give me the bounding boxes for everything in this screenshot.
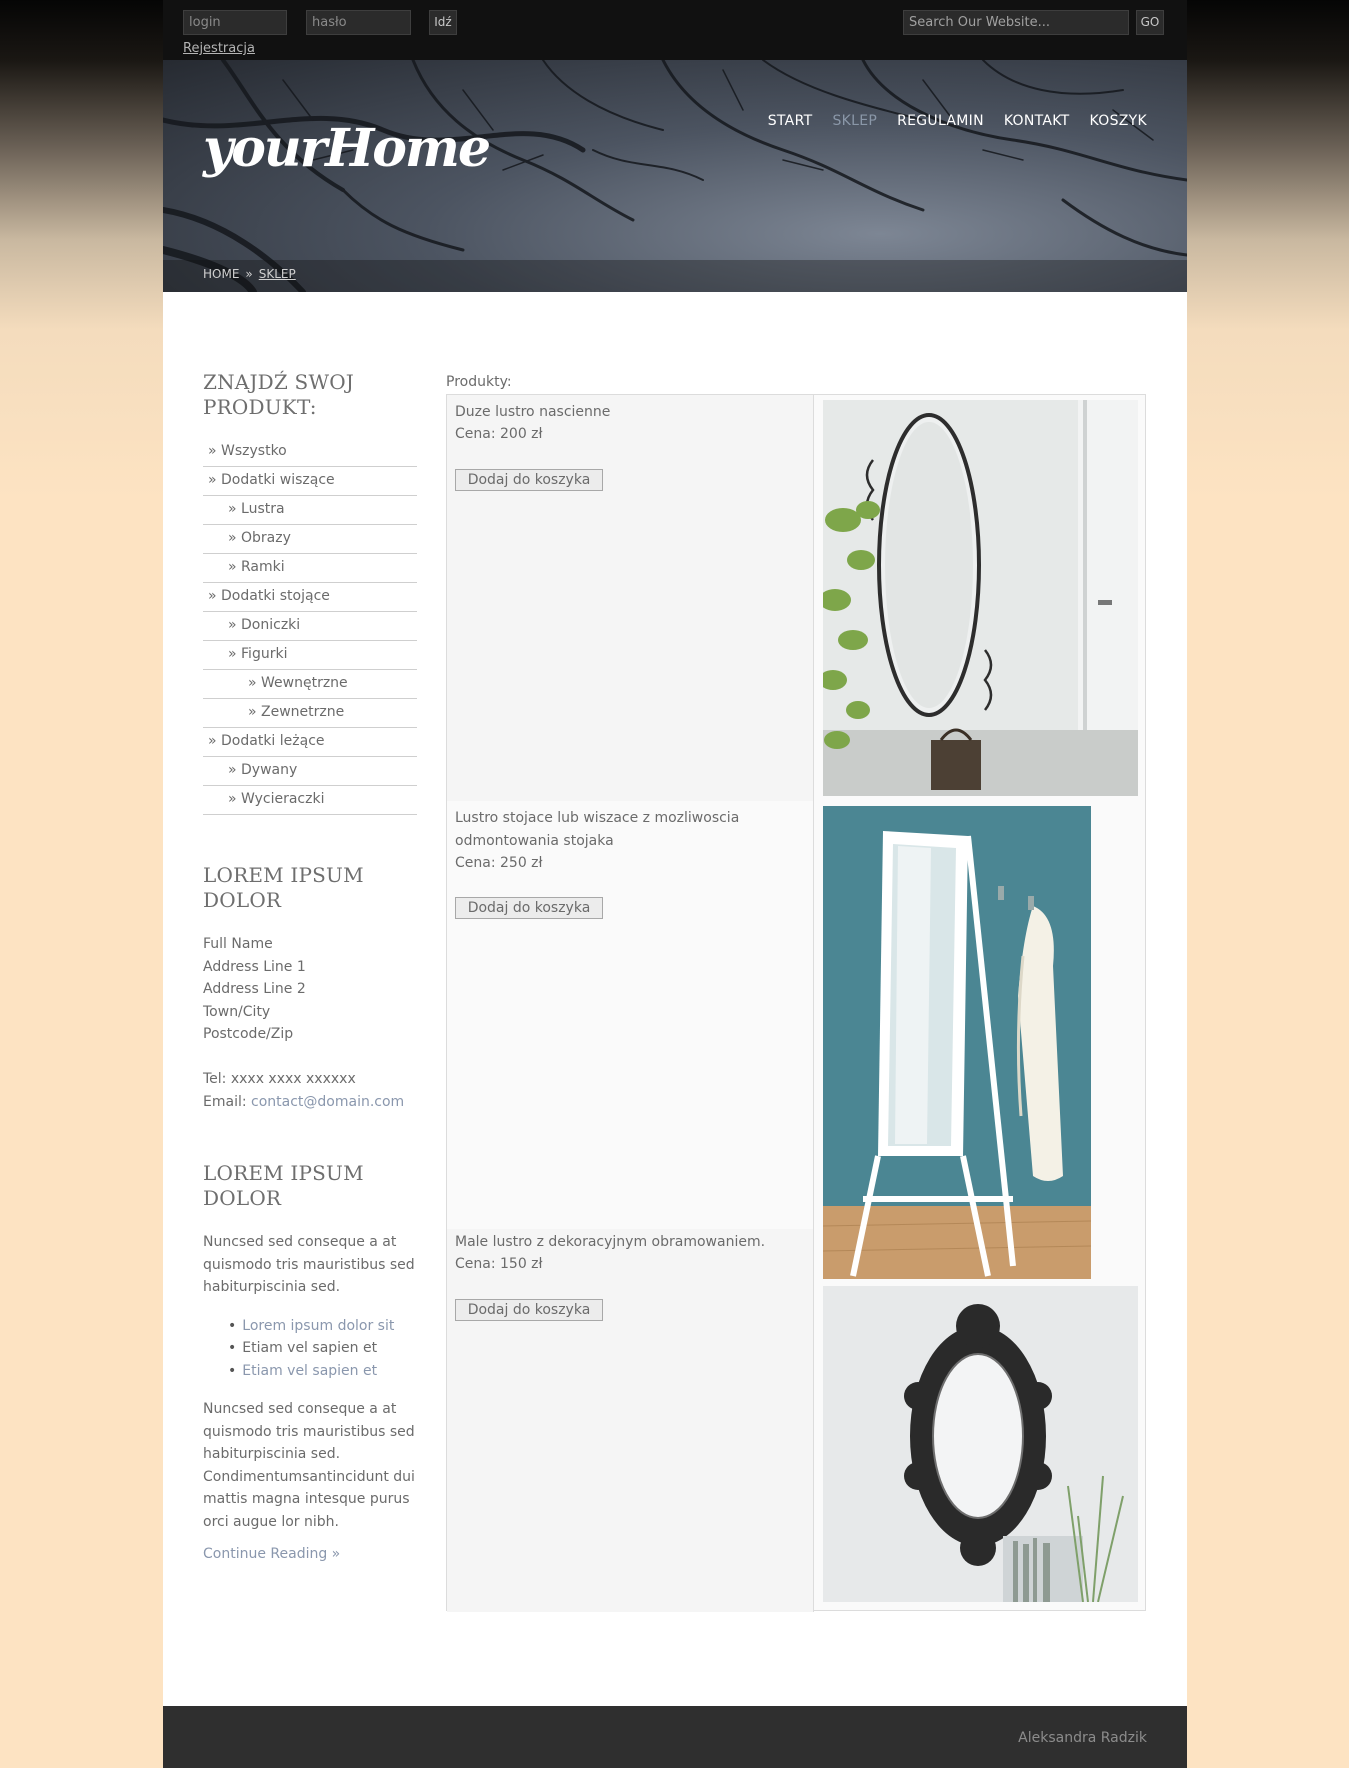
page-container: login hasło Idź Rejestracja Search Our W… [163,0,1187,1768]
nav-koszyk[interactable]: KOSZYK [1090,113,1147,129]
email-label: Email: [203,1093,252,1110]
add-to-cart-button[interactable]: Dodaj do koszyka [455,1299,603,1321]
standing-mirror-photo [823,806,1091,1279]
product-price: Cena: 250 zł [455,855,543,871]
list-item: Etiam vel sapien et [228,1337,417,1360]
search-button[interactable]: GO [1136,10,1164,35]
ornate-mirror-photo [823,1286,1138,1602]
footer: Aleksandra Radzik [163,1706,1187,1768]
category-item[interactable]: » Dodatki leżące [203,728,417,757]
password-input[interactable]: hasło [306,10,411,35]
main-nav: START SKLEP REGULAMIN KONTAKT KOSZYK [768,113,1147,129]
email-link[interactable]: contact@domain.com [251,1094,404,1110]
breadcrumb-current[interactable]: SKLEP [259,267,296,281]
nav-kontakt[interactable]: KONTAKT [1004,113,1070,129]
site-logo[interactable]: yourHome [203,118,491,179]
product-name: Duze lustro nascienne [455,404,611,420]
product-name: Lustro stojace lub wiszace z mozliwoscia… [455,810,740,849]
search-input[interactable]: Search Our Website... [903,10,1129,35]
list-item-link[interactable]: Lorem ipsum dolor sit [228,1315,417,1338]
product-info-cell: Duze lustro nascienne Cena: 200 zł Dodaj… [447,395,814,801]
category-item[interactable]: » Dodatki wiszące [203,467,417,496]
address-block: Full Name Address Line 1 Address Line 2 … [203,933,417,1113]
nav-sklep[interactable]: SKLEP [832,113,877,129]
categories-heading: ZNAJDŹ SWOJ PRODUKT: [203,370,355,419]
breadcrumb: HOME » SKLEP [203,267,296,281]
products-table: Duze lustro nascienne Cena: 200 zł Dodaj… [446,394,1146,1612]
header-banner: yourHome START SKLEP REGULAMIN KONTAKT K… [163,60,1187,292]
category-item[interactable]: » Zewnetrzne [203,699,417,728]
info-heading: LOREM IPSUM DOLOR [203,1161,364,1210]
product-image-standing-mirror[interactable] [823,806,1091,1279]
address-line: Address Line 1 [203,958,306,975]
category-item[interactable]: » Ramki [203,554,417,583]
product-name: Male lustro z dekoracyjnym obramowaniem. [455,1234,766,1250]
products-label: Produkty: [446,374,512,390]
nav-regulamin[interactable]: REGULAMIN [897,113,984,129]
product-image-wall-mirror[interactable] [823,400,1138,796]
wall-mirror-photo [823,400,1138,796]
add-to-cart-button[interactable]: Dodaj do koszyka [455,469,603,491]
add-to-cart-button[interactable]: Dodaj do koszyka [455,897,603,919]
breadcrumb-separator: » [245,267,253,281]
category-item[interactable]: » Dodatki stojące [203,583,417,612]
telephone: Tel: xxxx xxxx xxxxxx [203,1071,356,1087]
info-paragraph: Nuncsed sed conseque a at quismodo tris … [203,1234,415,1295]
continue-reading-link[interactable]: Continue Reading » [203,1543,417,1566]
category-item[interactable]: » Wewnętrzne [203,670,417,699]
contact-heading: LOREM IPSUM DOLOR [203,863,364,912]
category-menu: » Wszystko » Dodatki wiszące » Lustra » … [203,438,417,815]
address-line: Postcode/Zip [203,1026,294,1042]
top-bar: login hasło Idź Rejestracja Search Our W… [163,0,1187,60]
address-line: Address Line 2 [203,981,306,997]
address-line: Full Name [203,936,273,952]
category-item[interactable]: » Lustra [203,496,417,525]
login-input[interactable]: login [183,10,287,35]
category-item[interactable]: » Doniczki [203,612,417,641]
login-submit-button[interactable]: Idź [429,10,457,35]
category-item[interactable]: » Obrazy [203,525,417,554]
breadcrumb-home[interactable]: HOME [203,267,239,281]
category-item[interactable]: » Wycieraczki [203,786,417,815]
product-info-cell: Lustro stojace lub wiszace z mozliwoscia… [447,801,814,1229]
address-line: Town/City [203,1003,271,1020]
product-info-cell: Male lustro z dekoracyjnym obramowaniem.… [447,1229,814,1612]
info-paragraph-2: Nuncsed sed conseque a at quismodo tris … [203,1401,415,1530]
info-list: Lorem ipsum dolor sit Etiam vel sapien e… [228,1315,417,1383]
product-price: Cena: 150 zł [455,1256,543,1272]
nav-start[interactable]: START [768,113,813,129]
list-item-link[interactable]: Etiam vel sapien et [228,1360,417,1383]
register-link[interactable]: Rejestracja [183,41,255,56]
footer-author: Aleksandra Radzik [1018,1730,1147,1746]
product-price: Cena: 200 zł [455,426,543,442]
category-item[interactable]: » Wszystko [203,438,417,467]
product-image-ornate-mirror[interactable] [823,1286,1138,1602]
main-content: ZNAJDŹ SWOJ PRODUKT: » Wszystko » Dodatk… [163,292,1187,1706]
category-item[interactable]: » Figurki [203,641,417,670]
sidebar: ZNAJDŹ SWOJ PRODUKT: » Wszystko » Dodatk… [203,370,417,1566]
category-item[interactable]: » Dywany [203,757,417,786]
